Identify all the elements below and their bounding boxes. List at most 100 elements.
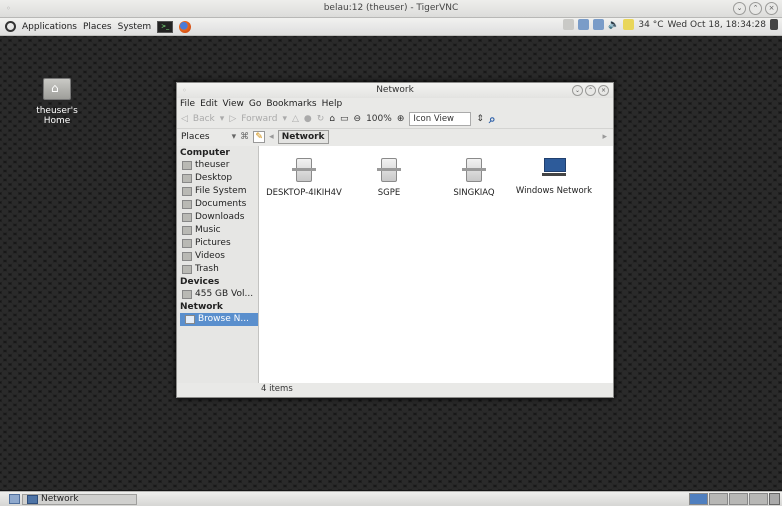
drive-icon (182, 290, 192, 299)
places-sidebar: Computer theuser Desktop File System Doc… (177, 146, 259, 383)
menu-edit[interactable]: Edit (200, 98, 217, 110)
fm-window-menu-icon[interactable]: ◦ (182, 83, 187, 98)
view-mode-select[interactable]: Icon View (409, 112, 472, 126)
stop-icon[interactable]: ● (304, 114, 312, 124)
file-manager-window: ◦ Network ⌄ ⌃ × File Edit View Go Bookma… (176, 82, 614, 398)
workspace-4[interactable] (749, 493, 768, 505)
maximize-icon[interactable]: ⌃ (749, 2, 762, 15)
menu-system[interactable]: System (118, 22, 152, 32)
path-crumb-network[interactable]: Network (277, 130, 329, 144)
network-status-icon[interactable] (578, 19, 590, 30)
side-pane-dropdown-icon[interactable]: ▾ (232, 132, 237, 142)
sidebar-item-documents[interactable]: Documents (177, 198, 258, 211)
zoom-out-icon[interactable]: ⊖ (354, 114, 362, 124)
back-arrow-icon[interactable]: ◁ (181, 114, 188, 124)
sidebar-item-label: File System (195, 186, 247, 196)
sidebar-item-label: Downloads (195, 212, 245, 222)
sidebar-item-label: theuser (195, 160, 230, 170)
window-menu-icon[interactable]: ◦ (6, 0, 11, 17)
fm-close-icon[interactable]: × (598, 85, 609, 96)
home-folder-desktop-icon[interactable]: theuser's Home (22, 78, 92, 126)
reload-icon[interactable]: ↻ (317, 114, 325, 124)
vnc-window-title: belau:12 (theuser) - TigerVNC (323, 3, 459, 13)
path-right-icon[interactable]: ▸ (602, 132, 607, 142)
trash-applet-icon[interactable] (769, 493, 780, 505)
network-item-sgpe[interactable]: SGPE (349, 158, 429, 198)
back-dropdown-icon[interactable]: ▾ (220, 114, 225, 124)
sidebar-item-label: 455 GB Vol... (195, 289, 254, 299)
computer-icon[interactable]: ▭ (340, 114, 349, 124)
weather-icon[interactable] (623, 19, 635, 30)
videos-folder-icon (182, 252, 192, 261)
workspace-3[interactable] (729, 493, 748, 505)
home-icon[interactable]: ⌂ (329, 114, 335, 124)
zoom-in-icon[interactable]: ⊕ (397, 114, 405, 124)
server-icon (462, 158, 486, 182)
server-icon (377, 158, 401, 182)
sidebar-item-label: Videos (195, 251, 225, 261)
close-icon[interactable]: × (765, 2, 778, 15)
system-tray: 🔈 34 °C Wed Oct 18, 18:34:28 (563, 19, 778, 30)
sidebar-item-volume[interactable]: 455 GB Vol... (177, 288, 258, 301)
menu-applications[interactable]: Applications (22, 22, 77, 32)
minimize-icon[interactable]: ⌄ (733, 2, 746, 15)
sidebar-item-theuser[interactable]: theuser (177, 159, 258, 172)
forward-button[interactable]: Forward (241, 114, 277, 124)
sidebar-item-label: Documents (195, 199, 247, 209)
up-icon[interactable]: △ (292, 114, 299, 124)
edit-location-icon[interactable]: ✎ (253, 131, 266, 143)
sidebar-item-music[interactable]: Music (177, 224, 258, 237)
fm-maximize-icon[interactable]: ⌃ (585, 85, 596, 96)
sidebar-header-devices: Devices (180, 277, 220, 287)
back-button[interactable]: Back (193, 114, 215, 124)
show-desktop-icon[interactable] (9, 494, 20, 504)
view-mode-spin-icon[interactable]: ⇕ (476, 114, 484, 124)
taskbar-button-label: Network (41, 494, 79, 504)
network-item-desktop-4ikih4v[interactable]: DESKTOP-4IKIH4V (264, 158, 344, 198)
close-pane-icon[interactable]: ⌘ (240, 132, 249, 142)
volume-icon[interactable]: 🔈 (608, 20, 619, 30)
workspace-1[interactable] (689, 493, 708, 505)
path-left-icon[interactable]: ◂ (269, 132, 274, 142)
network-item-windows-network[interactable]: Windows Network (514, 158, 594, 196)
music-folder-icon (182, 226, 192, 235)
network-item-singkiaq[interactable]: SINGKIAQ (434, 158, 514, 198)
temperature-readout[interactable]: 34 °C (638, 20, 663, 30)
sidebar-item-browse-network[interactable]: Browse N... (180, 313, 258, 326)
sidebar-header-computer: Computer (180, 148, 230, 158)
side-pane-label[interactable]: Places (181, 132, 210, 142)
forward-arrow-icon[interactable]: ▷ (229, 114, 236, 124)
sidebar-item-label: Browse N... (198, 314, 249, 324)
workspace-switcher (689, 493, 768, 505)
sidebar-item-label: Desktop (195, 173, 233, 183)
fm-minimize-icon[interactable]: ⌄ (572, 85, 583, 96)
workspace-2[interactable] (709, 493, 728, 505)
menu-bookmarks[interactable]: Bookmarks (266, 98, 316, 110)
sidebar-item-file-system[interactable]: File System (177, 185, 258, 198)
menu-help[interactable]: Help (322, 98, 343, 110)
taskbar-button-network[interactable]: Network (22, 493, 137, 505)
network-icon (27, 494, 38, 504)
sidebar-item-label: Music (195, 225, 221, 235)
fm-titlebar[interactable]: ◦ Network ⌄ ⌃ × (177, 83, 613, 98)
sidebar-item-downloads[interactable]: Downloads (177, 211, 258, 224)
sidebar-item-videos[interactable]: Videos (177, 250, 258, 263)
sidebar-item-desktop[interactable]: Desktop (177, 172, 258, 185)
icon-view[interactable]: DESKTOP-4IKIH4V SGPE SINGKIAQ Windows Ne… (259, 146, 613, 383)
clock[interactable]: Wed Oct 18, 18:34:28 (668, 20, 767, 30)
notification-icon[interactable] (563, 19, 575, 30)
sidebar-item-pictures[interactable]: Pictures (177, 237, 258, 250)
terminal-launcher-icon[interactable]: >_ (157, 20, 174, 33)
sidebar-item-trash[interactable]: Trash (177, 263, 258, 276)
menu-go[interactable]: Go (249, 98, 261, 110)
keyboard-icon[interactable] (593, 19, 605, 30)
menu-file[interactable]: File (180, 98, 195, 110)
ubuntu-logo-icon[interactable] (5, 21, 16, 32)
firefox-launcher-icon[interactable] (179, 20, 192, 33)
menu-places[interactable]: Places (83, 22, 112, 32)
menu-view[interactable]: View (223, 98, 244, 110)
search-icon[interactable]: ⌕ (489, 112, 496, 127)
forward-dropdown-icon[interactable]: ▾ (282, 114, 287, 124)
downloads-folder-icon (182, 213, 192, 222)
session-icon[interactable] (770, 19, 778, 30)
